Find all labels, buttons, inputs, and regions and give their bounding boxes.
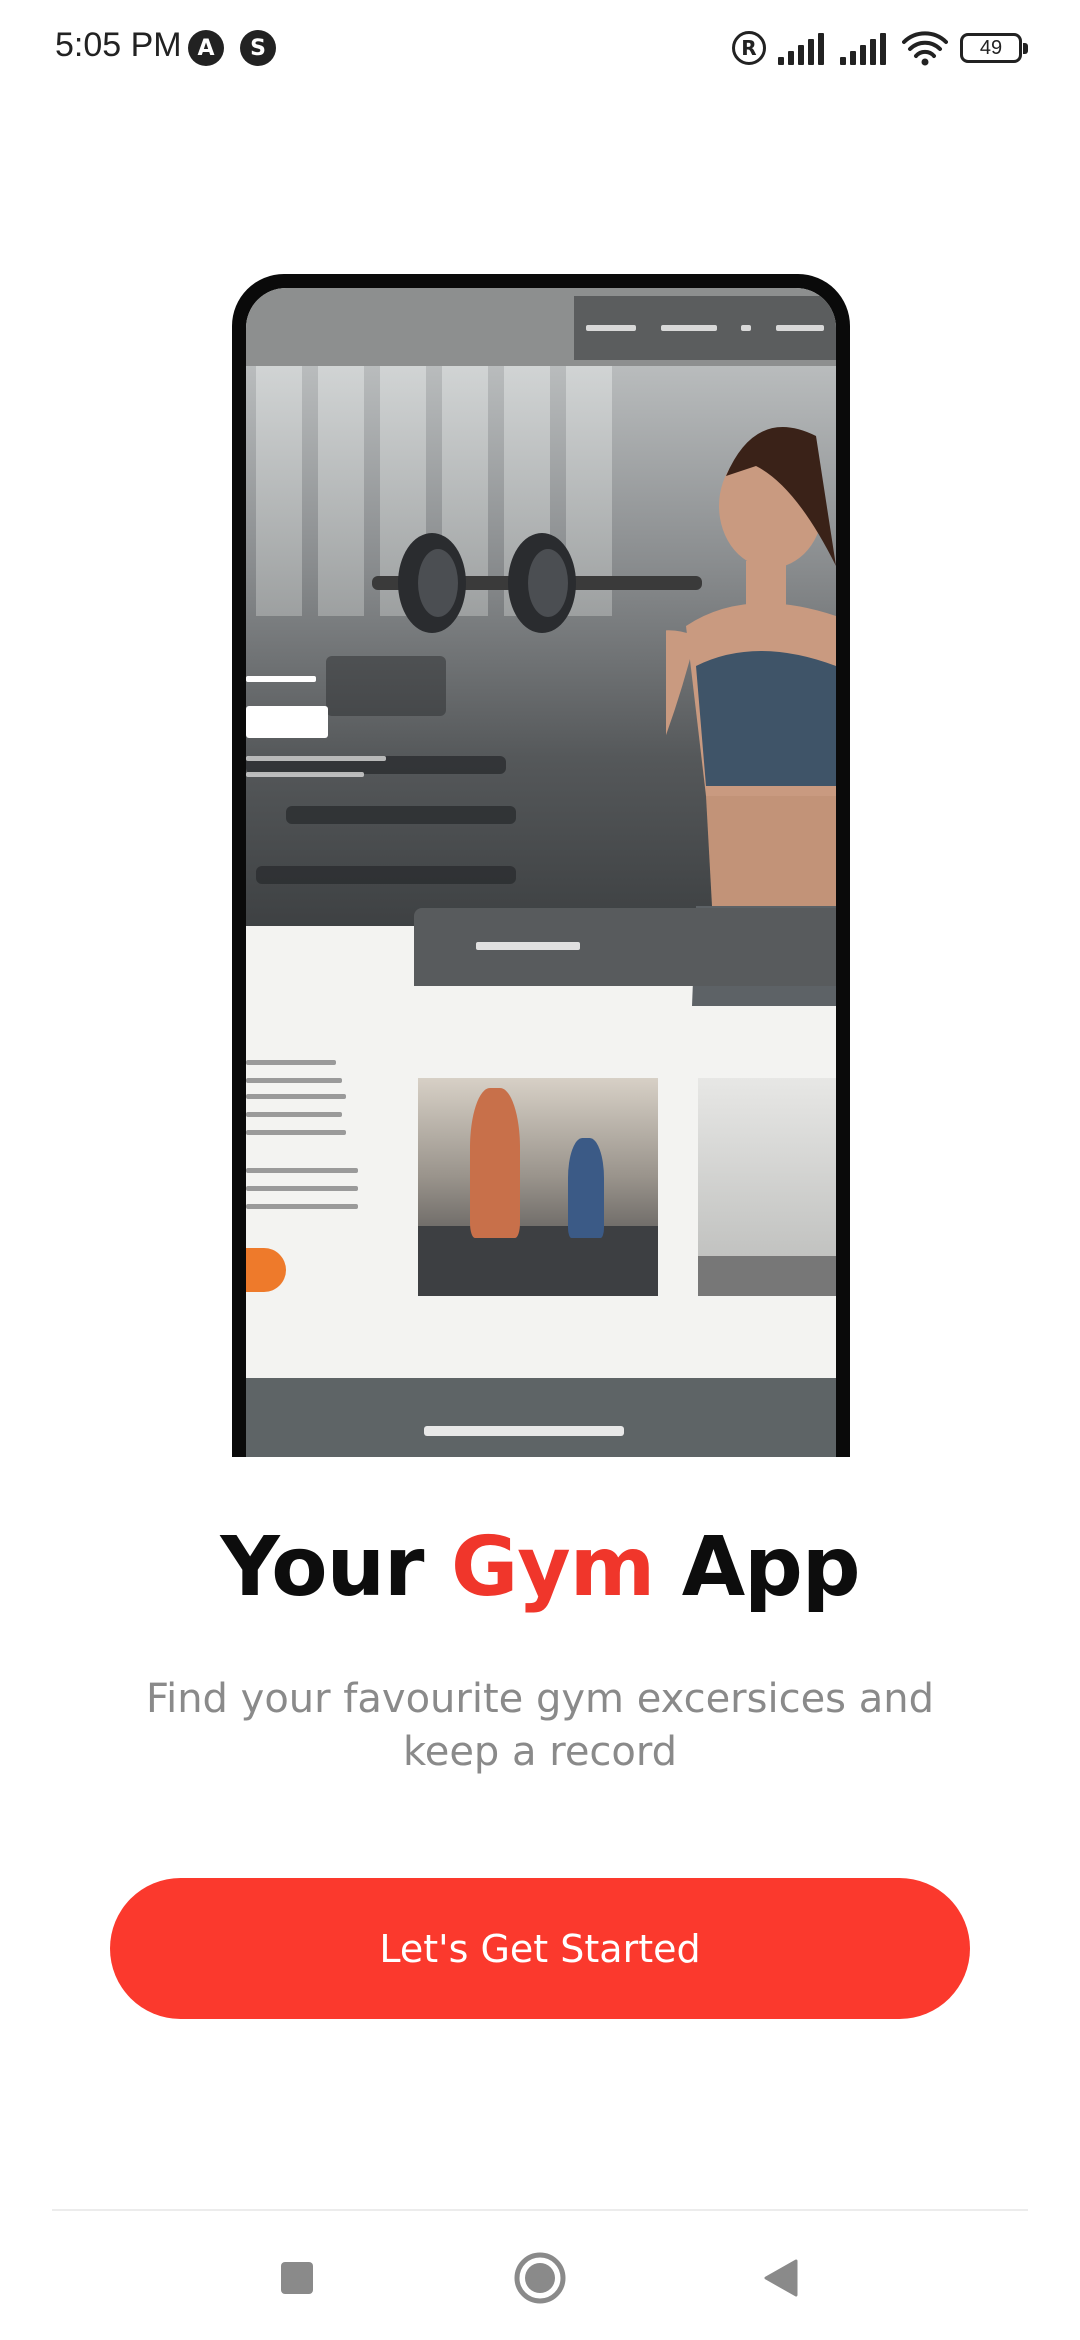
- s-notification-icon: S: [240, 30, 276, 66]
- subtitle: Find your favourite gym excersices and k…: [145, 1676, 934, 1775]
- mockup-card-photo-2: [698, 1078, 836, 1296]
- signal-icon: [778, 31, 828, 65]
- mockup-nav: [574, 296, 836, 360]
- nav-divider: [52, 2209, 1028, 2211]
- status-time: 5:05 PM: [55, 26, 182, 64]
- mockup-caption-bar: [414, 908, 836, 986]
- status-bar: 5:05 PM A S R 49: [0, 0, 1080, 96]
- home-icon: [514, 2252, 566, 2304]
- status-icons: R 49: [732, 28, 1028, 68]
- signal-icon: [840, 31, 890, 65]
- mockup-topbar: [246, 288, 836, 366]
- back-icon: [764, 2259, 798, 2297]
- gym-app-mockup-image: [232, 274, 850, 1457]
- title-part-1: Your: [220, 1520, 451, 1615]
- mockup-screen: [246, 288, 836, 1457]
- page-title: Your Gym App: [0, 1520, 1080, 1615]
- mockup-card-photo-1: [418, 1078, 658, 1296]
- registered-icon: R: [732, 31, 766, 65]
- wifi-icon: [902, 31, 948, 66]
- home-button[interactable]: [507, 2245, 573, 2311]
- a-notification-icon: A: [188, 30, 224, 66]
- recent-apps-button[interactable]: [264, 2245, 330, 2311]
- mockup-orange-button: [246, 1248, 286, 1292]
- title-accent: Gym: [450, 1520, 655, 1615]
- get-started-button[interactable]: Let's Get Started: [110, 1878, 970, 2019]
- back-button[interactable]: [748, 2245, 814, 2311]
- mockup-footer: [246, 1378, 836, 1457]
- recent-apps-icon: [281, 2262, 313, 2294]
- title-part-2: App: [654, 1520, 861, 1615]
- battery-icon: 49: [960, 33, 1028, 63]
- dumbbell-figure: [372, 533, 702, 633]
